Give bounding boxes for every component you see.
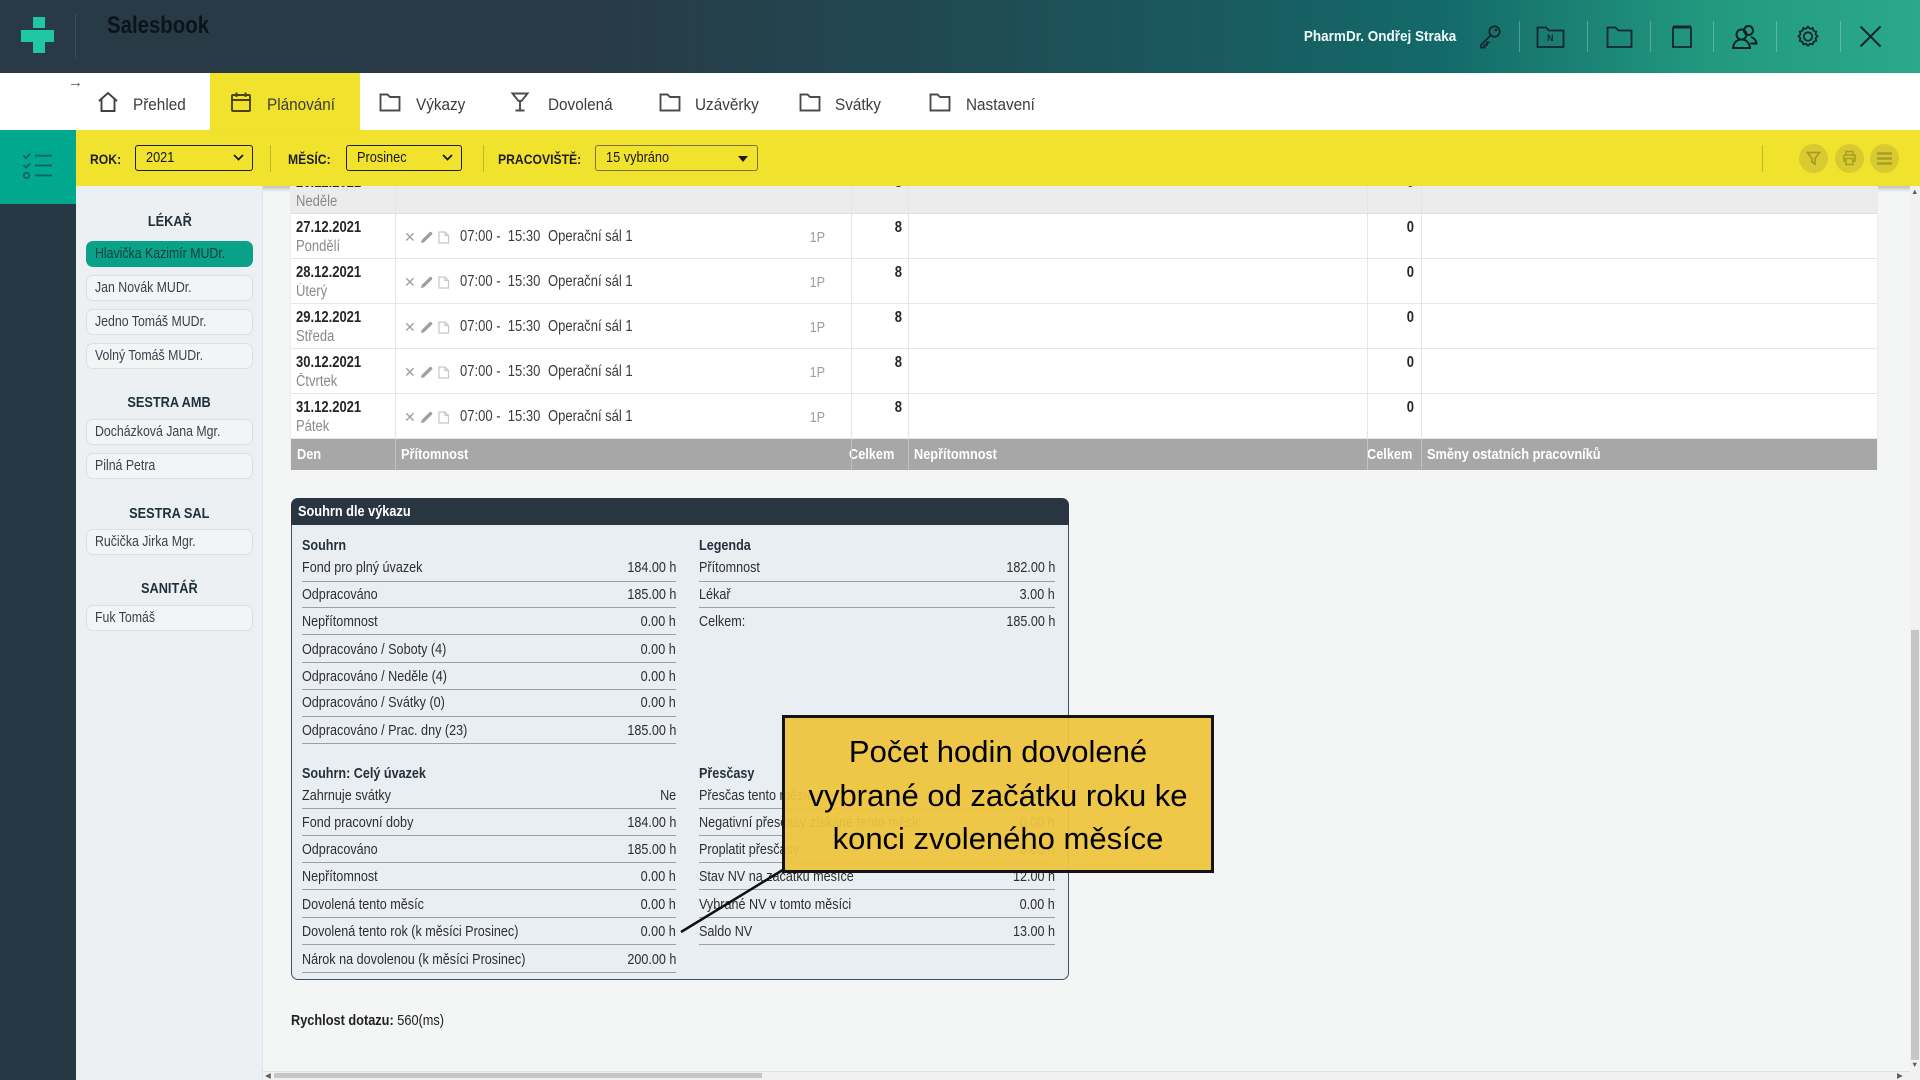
svg-text:N: N (1547, 33, 1554, 43)
